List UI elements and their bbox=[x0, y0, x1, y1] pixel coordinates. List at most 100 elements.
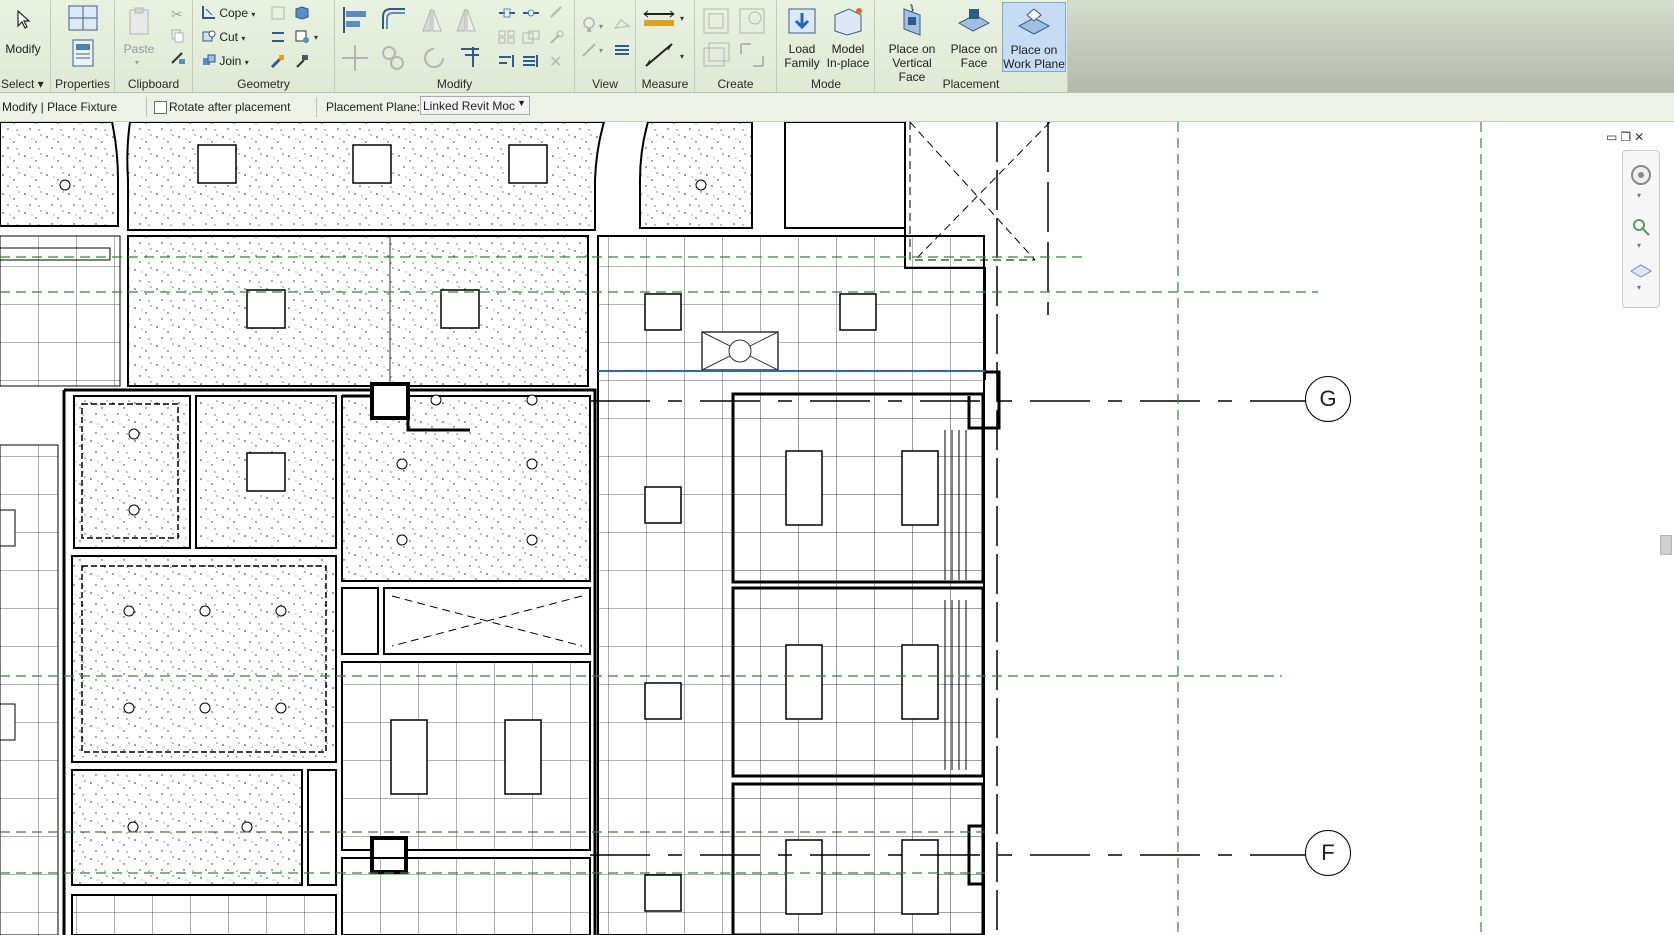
linework-icon[interactable] bbox=[581, 42, 597, 58]
create-title: Create bbox=[717, 77, 754, 91]
split-face-icon[interactable] bbox=[294, 5, 310, 21]
override-graphics-icon[interactable] bbox=[613, 16, 631, 32]
face-icon bbox=[957, 9, 991, 32]
aligned-dimension-icon[interactable] bbox=[642, 40, 676, 70]
hide-caret-icon[interactable]: ▾ bbox=[599, 22, 603, 31]
cope-icon bbox=[202, 6, 215, 19]
trim-extend-multiple-icon[interactable] bbox=[521, 53, 541, 69]
2d-plane-icon[interactable] bbox=[1629, 257, 1653, 281]
delete-icon[interactable]: ✕ bbox=[549, 52, 562, 72]
room-top-left bbox=[0, 122, 119, 227]
load-family-icon bbox=[788, 8, 816, 34]
unpin-icon[interactable] bbox=[547, 5, 565, 21]
load-family-label: Load Family bbox=[784, 42, 820, 70]
mirror-draw-axis-icon[interactable] bbox=[453, 5, 479, 35]
options-separator bbox=[146, 97, 147, 117]
create-assembly-icon[interactable] bbox=[701, 6, 731, 36]
place-on-work-plane-label: Place on Work Plane bbox=[1003, 43, 1065, 71]
light-fixture-preview bbox=[701, 331, 779, 371]
context-label: Modify | Place Fixture bbox=[2, 100, 118, 114]
place-on-work-plane-button[interactable]: Place on Work Plane bbox=[1002, 2, 1066, 72]
modify-button[interactable]: Modify bbox=[0, 2, 46, 72]
select-dropdown[interactable]: Select ▾ bbox=[1, 77, 50, 91]
paint-caret-icon[interactable]: ▾ bbox=[314, 33, 318, 42]
place-on-face-label: Place on Face bbox=[950, 42, 998, 70]
steering-wheel-icon[interactable] bbox=[1629, 163, 1653, 187]
mode-panel: Load Family Model In-place Mode bbox=[778, 0, 875, 93]
measure-title: Measure bbox=[641, 77, 689, 91]
pin-icon[interactable] bbox=[547, 29, 565, 45]
create-panel: Create bbox=[695, 0, 777, 93]
clipboard-panel: Paste ▾ ✂ Clipboard bbox=[115, 0, 193, 93]
cope-button[interactable]: Cope ▾ bbox=[202, 5, 255, 20]
properties-icon[interactable] bbox=[71, 38, 95, 68]
filter-lines-icon[interactable] bbox=[613, 42, 631, 58]
zoom-caret-icon[interactable]: ▾ bbox=[1637, 241, 1641, 250]
create-group-icon[interactable] bbox=[701, 40, 731, 70]
copy-element-icon[interactable] bbox=[379, 43, 409, 73]
array-icon[interactable] bbox=[497, 29, 517, 45]
steering-caret-icon[interactable]: ▾ bbox=[1637, 191, 1641, 200]
join-button[interactable]: Join ▾ bbox=[202, 53, 249, 68]
paint-icon[interactable] bbox=[294, 29, 312, 45]
align-icon[interactable] bbox=[340, 5, 370, 35]
trim-extend-single-icon[interactable] bbox=[497, 53, 517, 69]
place-on-face-button[interactable]: Place on Face bbox=[947, 2, 1001, 72]
ribbon: Modify Select ▾ Properties Paste ▾ ✂ Cli… bbox=[0, 0, 1674, 93]
split-gap-icon[interactable] bbox=[521, 5, 541, 21]
linework-caret-icon[interactable]: ▾ bbox=[599, 46, 603, 55]
chevron-down-icon: ▼ bbox=[517, 98, 526, 108]
match-properties-icon[interactable] bbox=[170, 51, 186, 65]
cut-clipboard-icon[interactable]: ✂ bbox=[171, 6, 183, 23]
2d-caret-icon[interactable]: ▾ bbox=[1637, 283, 1641, 292]
offset-icon[interactable] bbox=[379, 5, 409, 35]
join-icon bbox=[203, 54, 216, 65]
mirror-pick-axis-icon[interactable] bbox=[419, 5, 445, 35]
model-inplace-label: Model In-place bbox=[826, 42, 870, 70]
hammer-icon[interactable] bbox=[294, 53, 310, 69]
properties-title: Properties bbox=[55, 77, 110, 91]
cursor-arrow-icon bbox=[17, 10, 31, 29]
minimize-icon[interactable]: ▭ bbox=[1606, 130, 1620, 144]
paste-button[interactable]: Paste ▾ bbox=[121, 2, 157, 68]
copy-icon[interactable] bbox=[171, 29, 185, 43]
scale-icon[interactable] bbox=[521, 29, 541, 45]
cut-geometry-button[interactable]: Cut ▾ bbox=[202, 29, 245, 44]
hide-in-view-icon[interactable] bbox=[581, 16, 597, 34]
rotate-icon[interactable] bbox=[419, 43, 449, 73]
create-parts-icon[interactable] bbox=[737, 6, 767, 36]
modify-panel: ✕ Modify bbox=[335, 0, 575, 93]
place-on-vertical-face-button[interactable]: Place on Vertical Face } bbox=[878, 2, 946, 84]
split-element-icon[interactable] bbox=[270, 29, 286, 45]
grid-bubble-f[interactable]: F bbox=[1305, 830, 1351, 876]
join-caret-icon: ▾ bbox=[244, 58, 249, 67]
move-icon[interactable] bbox=[340, 43, 370, 73]
demolish-icon[interactable] bbox=[270, 53, 286, 69]
zoom-region-icon[interactable] bbox=[1631, 217, 1651, 237]
grid-bubble-g[interactable]: G bbox=[1305, 376, 1351, 422]
rotate-after-placement-checkbox[interactable] bbox=[154, 101, 167, 114]
join-label: Join bbox=[219, 54, 242, 68]
type-properties-icon[interactable] bbox=[66, 4, 100, 34]
options-bar: Modify | Place Fixture Rotate after plac… bbox=[0, 93, 1674, 122]
vertical-face-icon bbox=[903, 8, 921, 36]
vertical-scroll-thumb[interactable] bbox=[1660, 535, 1672, 555]
placement-plane-value: Linked Revit Moc bbox=[423, 99, 515, 113]
create-similar-icon[interactable] bbox=[737, 40, 767, 70]
cut-caret-icon: ▾ bbox=[241, 34, 246, 43]
wall-joins-icon[interactable] bbox=[270, 5, 286, 21]
placement-plane-select[interactable]: Linked Revit Moc ▼ bbox=[420, 96, 530, 115]
split-element-small-icon[interactable] bbox=[497, 5, 517, 21]
load-family-button[interactable]: Load Family bbox=[780, 2, 824, 72]
drawing-area[interactable]: G F bbox=[0, 122, 1674, 935]
measure-caret-icon[interactable]: ▾ bbox=[680, 14, 684, 23]
ribbon-empty-area bbox=[1067, 0, 1674, 93]
floor-plan bbox=[0, 122, 1482, 935]
measure-between-references-icon[interactable] bbox=[642, 8, 676, 30]
restore-icon[interactable]: ❐ bbox=[1620, 130, 1634, 144]
trim-extend-corner-icon[interactable] bbox=[457, 43, 483, 69]
paste-caret-icon: ▾ bbox=[135, 58, 140, 67]
dimension-caret-icon[interactable]: ▾ bbox=[680, 52, 684, 61]
close-icon[interactable]: ✕ bbox=[1634, 130, 1647, 144]
model-inplace-button[interactable]: Model In-place bbox=[825, 2, 871, 72]
